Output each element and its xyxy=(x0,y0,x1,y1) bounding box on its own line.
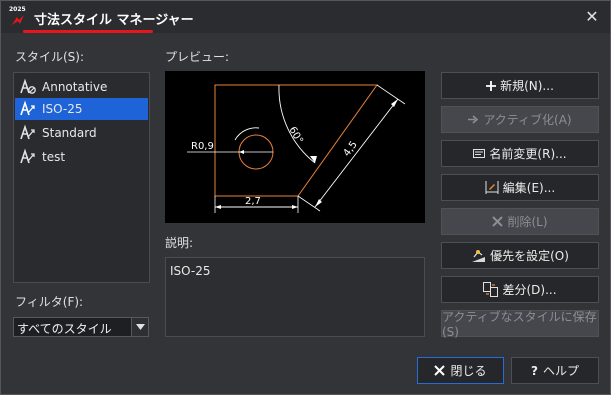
style-item-iso-25[interactable]: ISO-25 xyxy=(15,98,148,120)
preview-label: プレビュー: xyxy=(165,50,230,64)
arrow-right-icon xyxy=(468,115,479,124)
style-item-label: Standard xyxy=(42,126,97,140)
title-bar: 2025 寸法スタイル マネージャー ✕ xyxy=(1,1,610,33)
style-item-label: test xyxy=(42,150,66,164)
filter-selected-value: すべてのスタイル xyxy=(17,322,112,336)
annotative-dimstyle-icon xyxy=(20,78,36,94)
close-button[interactable]: 閉じる xyxy=(417,357,504,384)
compare-icon xyxy=(483,282,499,297)
style-list[interactable]: Annotative ISO-25 Standard test xyxy=(13,72,150,283)
plus-icon xyxy=(486,80,497,91)
override-icon xyxy=(471,249,486,263)
save-to-active-button[interactable]: アクティブなスタイルに保存(S) xyxy=(441,310,599,339)
preview-drawing: R0,9 60° 4,5 2,7 xyxy=(187,84,406,213)
chevron-down-icon[interactable] xyxy=(131,318,148,336)
close-icon[interactable]: ✕ xyxy=(581,7,603,27)
dim-angle-text: 60° xyxy=(286,125,304,146)
dimstyle-icon xyxy=(20,148,35,164)
filter-dropdown[interactable]: すべてのスタイル xyxy=(13,317,149,337)
override-button[interactable]: 優先を設定(O) xyxy=(441,242,599,269)
dimension-style-manager-dialog: 2025 寸法スタイル マネージャー ✕ スタイル(S): Annotative… xyxy=(0,0,611,395)
rename-icon xyxy=(473,149,486,158)
set-current-button[interactable]: アクティブ化(A) xyxy=(441,106,599,133)
app-logo-icon: 2025 xyxy=(9,6,31,28)
dim-radius-text: R0,9 xyxy=(191,141,214,152)
description-box: ISO-25 xyxy=(165,257,425,337)
dimension-preview: R0,9 60° 4,5 2,7 xyxy=(165,71,425,223)
style-item-label: Annotative xyxy=(42,80,108,94)
style-item-annotative[interactable]: Annotative xyxy=(15,76,148,98)
description-text: ISO-25 xyxy=(170,264,211,278)
edit-dimension-icon xyxy=(485,180,499,195)
dim-aligned-text: 4,5 xyxy=(342,139,360,158)
dim-linear-text: 2,7 xyxy=(245,196,261,207)
question-mark-icon: ? xyxy=(531,363,538,378)
title-highlight-underline xyxy=(23,30,153,33)
delete-x-icon xyxy=(492,216,504,227)
style-item-test[interactable]: test xyxy=(15,146,148,168)
description-label: 説明: xyxy=(165,236,194,250)
new-style-button[interactable]: 新規(N)... xyxy=(441,72,599,99)
delete-button[interactable]: 削除(L) xyxy=(441,208,599,235)
filter-label: フィルタ(F): xyxy=(15,295,84,309)
styles-label: スタイル(S): xyxy=(15,50,85,64)
compare-button[interactable]: 差分(D)... xyxy=(441,276,599,303)
edit-button[interactable]: 編集(E)... xyxy=(441,174,599,201)
dimstyle-icon xyxy=(20,124,35,140)
style-item-label: ISO-25 xyxy=(42,102,83,116)
dimstyle-icon xyxy=(20,100,35,116)
close-icon xyxy=(434,365,446,376)
window-title: 寸法スタイル マネージャー xyxy=(34,13,194,28)
help-button[interactable]: ? ヘルプ xyxy=(511,357,599,384)
rename-button[interactable]: 名前変更(R)... xyxy=(441,140,599,167)
style-item-standard[interactable]: Standard xyxy=(15,122,148,144)
